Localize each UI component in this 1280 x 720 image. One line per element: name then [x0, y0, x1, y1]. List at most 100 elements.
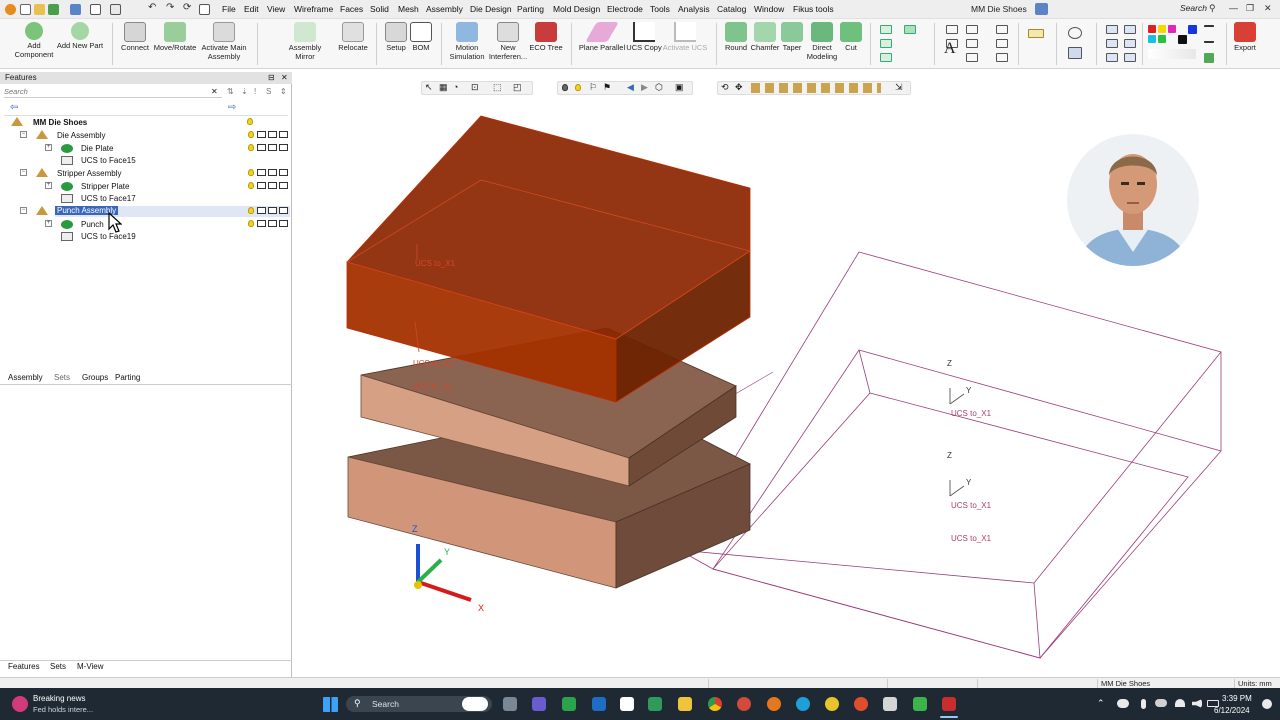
tray-chevron-icon[interactable]: ⌃	[1097, 698, 1105, 709]
menu-analysis[interactable]: Analysis	[678, 4, 710, 14]
display-toggle-icon[interactable]	[257, 131, 266, 138]
redo-icon[interactable]: ↷	[166, 2, 177, 13]
view-cube-icon[interactable]	[1068, 47, 1082, 59]
grid-icon[interactable]	[90, 4, 101, 15]
global-search[interactable]: Search	[1180, 3, 1207, 13]
color-red-icon[interactable]	[1148, 25, 1156, 33]
app-green-icon[interactable]	[562, 697, 576, 711]
app-yellow-icon[interactable]	[825, 697, 839, 711]
wifi-icon[interactable]	[1175, 699, 1185, 707]
connect-button[interactable]: Connect	[118, 22, 152, 53]
menu-tools[interactable]: Tools	[650, 4, 670, 14]
app-green2-icon[interactable]	[648, 697, 662, 711]
search-icon[interactable]: ⚲	[1209, 3, 1216, 14]
menu-catalog[interactable]: Catalog	[717, 4, 746, 14]
tree-expand-icon[interactable]: −	[20, 169, 27, 176]
color-cyan-icon[interactable]	[1148, 35, 1156, 43]
app-doc-icon[interactable]	[620, 697, 634, 711]
activate-ucs-button[interactable]: Activate UCS	[662, 22, 708, 53]
text-icon[interactable]: A	[944, 41, 956, 56]
refresh-icon[interactable]: ⟳	[183, 2, 194, 13]
lock-icon[interactable]: !	[254, 87, 256, 96]
more-icon[interactable]: ⇕	[280, 87, 287, 96]
face-icon[interactable]	[904, 25, 916, 34]
color-black-icon[interactable]	[1178, 35, 1187, 44]
menu-assembly[interactable]: Assembly	[426, 4, 463, 14]
back-arrow-icon[interactable]: ⇦	[10, 102, 18, 113]
sort-icon[interactable]: ⇣	[241, 87, 248, 96]
color-yellow-icon[interactable]	[1158, 25, 1166, 33]
lock-toggle-icon[interactable]	[279, 207, 288, 214]
news-title[interactable]: Breaking news	[33, 694, 85, 703]
zoom-icon[interactable]	[1068, 27, 1082, 39]
close-button[interactable]: ✕	[1264, 3, 1272, 14]
display-icon[interactable]	[110, 4, 121, 15]
hierarchy-icon[interactable]	[1106, 39, 1118, 48]
tab-parting[interactable]: Parting	[115, 373, 140, 382]
cad-app-icon[interactable]	[942, 697, 956, 711]
setup-button[interactable]: Setup	[382, 22, 410, 53]
tree-item-punch[interactable]: Punch	[81, 220, 104, 229]
display-toggle-icon[interactable]	[257, 220, 266, 227]
lock-toggle-icon[interactable]	[279, 169, 288, 176]
menu-window[interactable]: Window	[754, 4, 784, 14]
undo-icon[interactable]: ↶	[148, 2, 159, 13]
tree-expand-icon[interactable]: −	[20, 131, 27, 138]
layer-toggle-icon[interactable]	[268, 182, 277, 189]
cut-button[interactable]: Cut	[839, 22, 863, 53]
add-component-button[interactable]: Add Component	[8, 22, 60, 59]
s-filter-icon[interactable]: S	[266, 87, 271, 96]
tree-expand-icon[interactable]: +	[45, 182, 52, 189]
line-style-icon[interactable]	[1204, 25, 1214, 43]
visibility-bulb-icon[interactable]	[248, 220, 254, 227]
tab-sets-bottom[interactable]: Sets	[50, 662, 66, 671]
onedrive-icon[interactable]	[1155, 699, 1167, 707]
tab-m-view[interactable]: M-View	[77, 662, 104, 671]
tree-item-ucs-face15[interactable]: UCS to Face15	[81, 156, 136, 165]
weld-icon[interactable]	[996, 25, 1008, 34]
round-button[interactable]: Round	[722, 22, 750, 53]
panel-close-icon[interactable]: ✕	[281, 73, 288, 82]
visibility-bulb-icon[interactable]	[248, 207, 254, 214]
groups-icon[interactable]	[1124, 39, 1136, 48]
assembly-scene[interactable]: UCS to_X1 UCS to_X1 UCS to_X1 Z Y UCS to_X1 Z Y…	[293, 72, 1280, 677]
menu-faces[interactable]: Faces	[340, 4, 363, 14]
visibility-bulb-icon[interactable]	[248, 169, 254, 176]
menu-mesh[interactable]: Mesh	[398, 4, 419, 14]
restore-button[interactable]: ❐	[1246, 3, 1254, 14]
layer-toggle-icon[interactable]	[268, 131, 277, 138]
display-toggle-icon[interactable]	[257, 182, 266, 189]
filter-icon[interactable]: ⇅	[227, 87, 234, 96]
menu-mold-design[interactable]: Mold Design	[553, 4, 600, 14]
app-green3-icon[interactable]	[913, 697, 927, 711]
menu-wireframe[interactable]: Wireframe	[294, 4, 333, 14]
tree-item-stripper-assembly[interactable]: Stripper Assembly	[57, 169, 121, 178]
layer-toggle-icon[interactable]	[268, 207, 277, 214]
eco-tree-button[interactable]: ECO Tree	[528, 22, 564, 53]
menu-edit[interactable]: Edit	[244, 4, 259, 14]
palette-icon[interactable]	[1148, 49, 1196, 59]
gdt-icon[interactable]	[966, 53, 978, 62]
table-icon[interactable]	[966, 39, 978, 48]
export-button[interactable]: Export	[1231, 22, 1259, 53]
file-explorer-icon[interactable]	[678, 697, 692, 711]
assembly-mirror-button[interactable]: Assembly Mirror	[285, 22, 325, 61]
chamfer-button[interactable]: Chamfer	[749, 22, 781, 53]
color-blue-icon[interactable]	[1188, 25, 1197, 34]
layer-toggle-icon[interactable]	[268, 169, 277, 176]
visibility-bulb-icon[interactable]	[248, 182, 254, 189]
move-rotate-button[interactable]: Move/Rotate	[151, 22, 199, 53]
edge-icon[interactable]	[796, 697, 810, 711]
print-icon[interactable]	[70, 4, 81, 15]
ucs-copy-button[interactable]: UCS Copy	[625, 22, 663, 53]
window-icon[interactable]	[199, 4, 210, 15]
plane-parallel-button[interactable]: Plane Parallel	[578, 22, 626, 53]
display-toggle-icon[interactable]	[257, 144, 266, 151]
menu-solid[interactable]: Solid	[370, 4, 389, 14]
taper-button[interactable]: Taper	[779, 22, 805, 53]
open-folder-icon[interactable]	[34, 4, 45, 15]
chrome-alt-icon[interactable]	[854, 697, 868, 711]
notification-icon[interactable]	[1262, 699, 1272, 709]
network-icon[interactable]	[1106, 53, 1118, 62]
news-subtitle[interactable]: Fed holds intere...	[33, 705, 93, 714]
